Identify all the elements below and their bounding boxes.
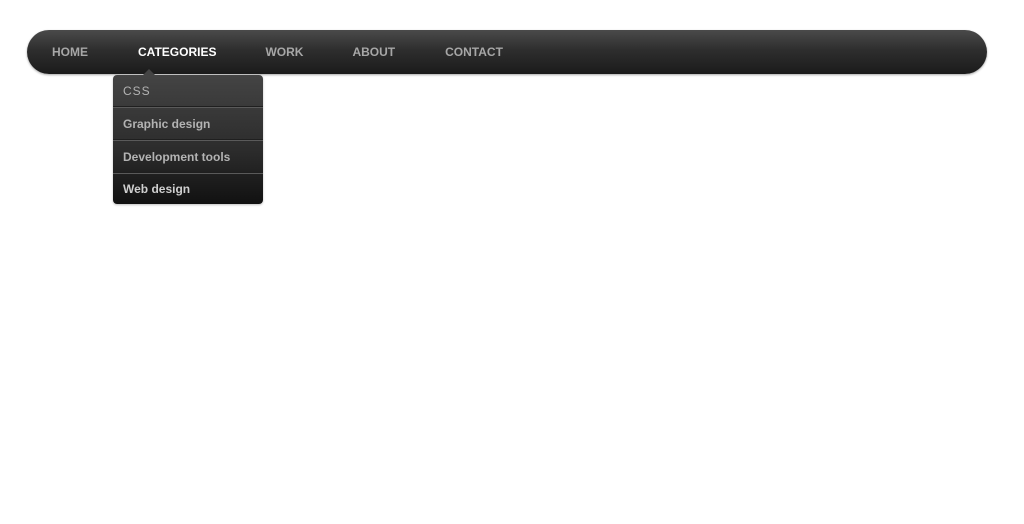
- nav-link-work[interactable]: WORK: [265, 30, 303, 74]
- nav-list: HOME CATEGORIES WORK ABOUT CONTACT: [27, 30, 987, 74]
- nav-link-categories[interactable]: CATEGORIES: [138, 30, 216, 74]
- nav-link-about[interactable]: ABOUT: [352, 30, 395, 74]
- nav-link-home[interactable]: HOME: [52, 30, 88, 74]
- dropdown-item-graphic-design[interactable]: Graphic design: [113, 108, 263, 141]
- page: HOME CATEGORIES WORK ABOUT CONTACT CSS G…: [0, 0, 1024, 524]
- nav-item-home: HOME: [27, 30, 88, 74]
- dropdown-item-development-tools[interactable]: Development tools: [113, 141, 263, 174]
- dropdown-item-web-design[interactable]: Web design: [113, 174, 263, 204]
- dropdown-item-css[interactable]: CSS: [113, 75, 263, 108]
- dropdown-caret-icon: [143, 69, 155, 75]
- nav-link-contact[interactable]: CONTACT: [445, 30, 503, 74]
- main-navigation-bar: HOME CATEGORIES WORK ABOUT CONTACT: [27, 30, 987, 74]
- nav-item-categories: CATEGORIES: [88, 30, 216, 74]
- nav-item-contact: CONTACT: [395, 30, 503, 74]
- categories-dropdown-menu: CSS Graphic design Development tools Web…: [113, 69, 263, 204]
- nav-item-work: WORK: [216, 30, 303, 74]
- nav-item-about: ABOUT: [303, 30, 395, 74]
- dropdown-list: CSS Graphic design Development tools Web…: [113, 75, 263, 204]
